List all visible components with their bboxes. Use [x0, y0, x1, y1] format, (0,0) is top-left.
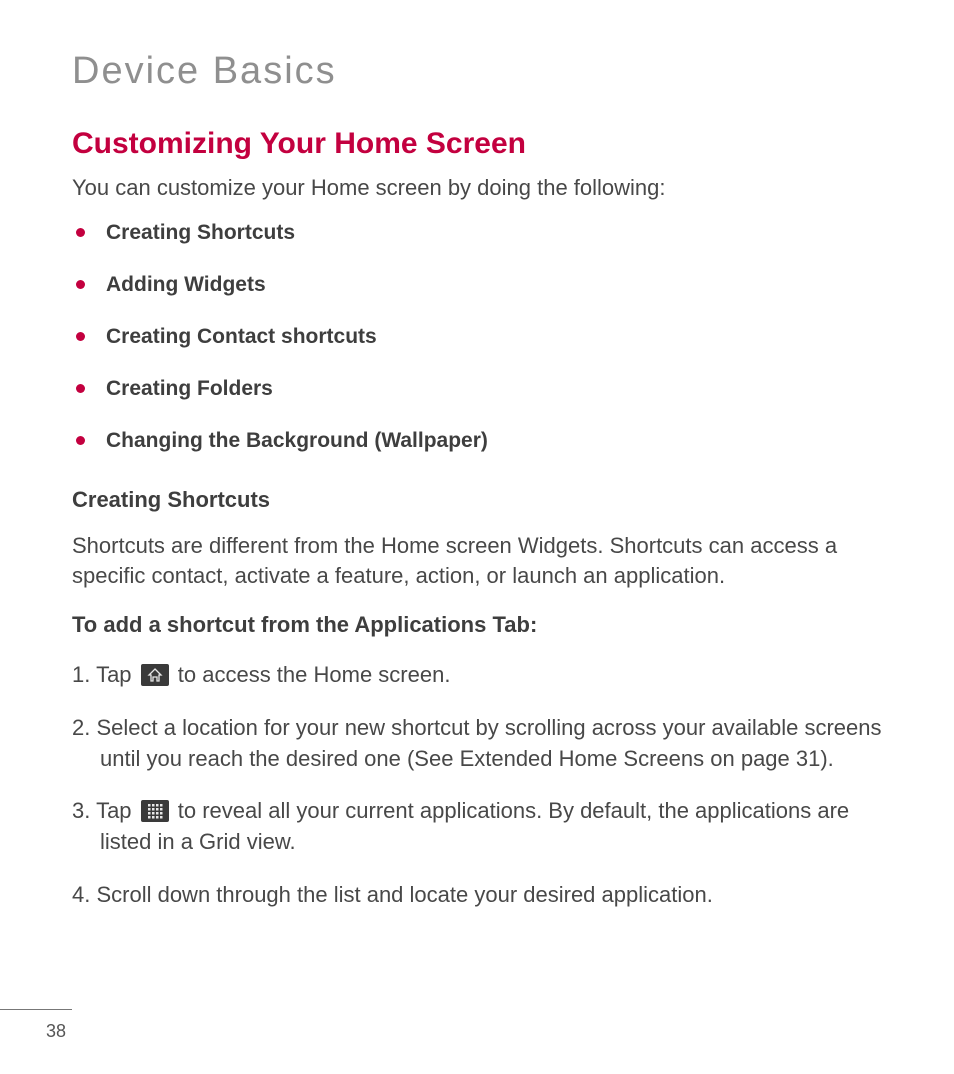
bullet-item: Adding Widgets — [72, 273, 894, 297]
steps-list: 1. Tap to access the Home screen. 2. Sel… — [72, 660, 894, 911]
apps-grid-icon — [141, 800, 169, 822]
bullet-item: Creating Shortcuts — [72, 221, 894, 245]
step-item: 3. Tap to reveal all your current applic… — [72, 796, 894, 858]
chapter-title: Device Basics — [72, 50, 894, 93]
step-item: 1. Tap to access the Home screen. — [72, 660, 894, 691]
bullet-item: Creating Contact shortcuts — [72, 325, 894, 349]
bullet-list: Creating Shortcuts Adding Widgets Creati… — [72, 221, 894, 453]
step-text: 1. Tap — [72, 662, 138, 687]
subsection-intro: Shortcuts are different from the Home sc… — [72, 531, 894, 590]
section-title: Customizing Your Home Screen — [72, 127, 894, 161]
step-text: to reveal all your current applications.… — [100, 798, 849, 854]
step-item: 4. Scroll down through the list and loca… — [72, 880, 894, 911]
footer-rule — [0, 1009, 72, 1010]
intro-text: You can customize your Home screen by do… — [72, 175, 894, 201]
step-text: to access the Home screen. — [172, 662, 451, 687]
step-text: 3. Tap — [72, 798, 138, 823]
page-number: 38 — [46, 1021, 66, 1042]
bullet-item: Creating Folders — [72, 377, 894, 401]
subsection-heading: Creating Shortcuts — [72, 487, 894, 513]
instruction-heading: To add a shortcut from the Applications … — [72, 610, 894, 640]
home-icon — [141, 664, 169, 686]
step-item: 2. Select a location for your new shortc… — [72, 713, 894, 775]
bullet-item: Changing the Background (Wallpaper) — [72, 429, 894, 453]
